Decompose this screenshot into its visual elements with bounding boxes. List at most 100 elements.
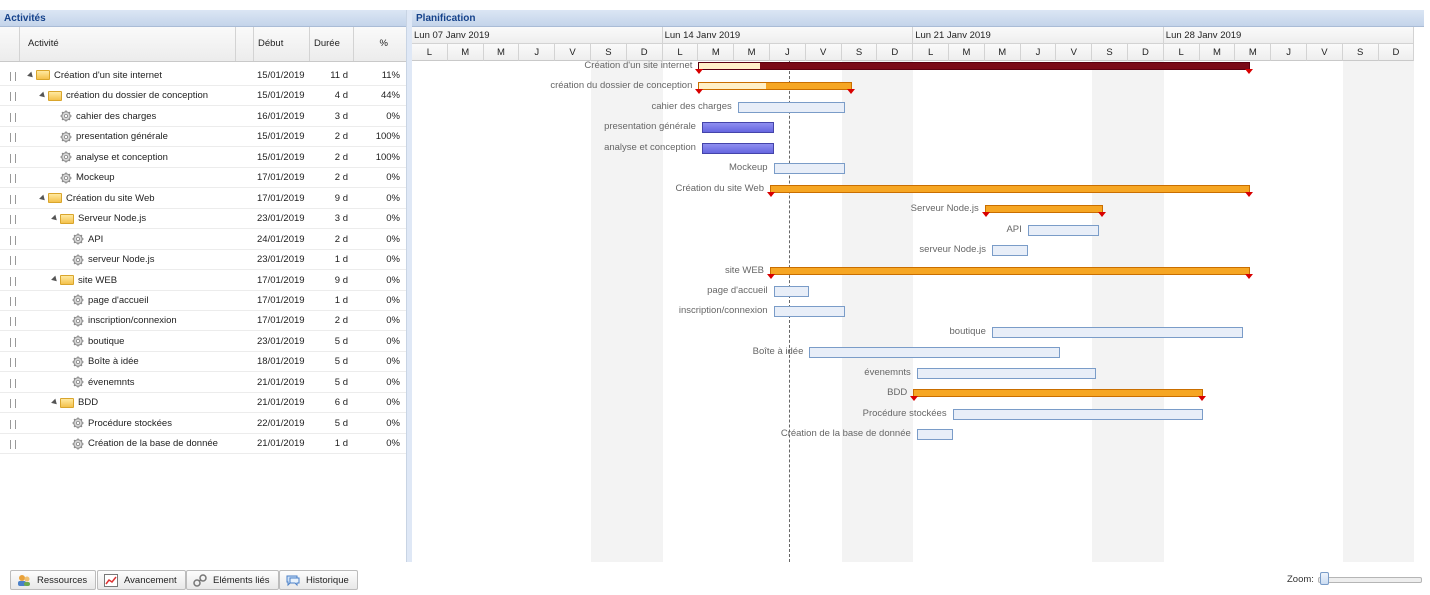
task-bar[interactable]: [701, 122, 774, 134]
activity-row[interactable]: création du dossier de conception 15/01/2…: [0, 86, 406, 107]
activity-name: Création de la base de donnée: [88, 438, 218, 450]
drag-handle-icon[interactable]: [10, 153, 16, 163]
activity-row[interactable]: Création de la base de donnée 21/01/2019 1…: [0, 434, 406, 455]
drag-handle-icon[interactable]: [10, 174, 16, 184]
expand-arrow-icon[interactable]: [51, 276, 59, 284]
summary-bar[interactable]: [767, 184, 1253, 197]
activity-row[interactable]: Mockeup 17/01/2019 2 d 0%: [0, 168, 406, 189]
duration-cell: 2 d: [334, 131, 348, 143]
drag-handle-icon[interactable]: [10, 317, 16, 327]
drag-handle-icon[interactable]: [10, 399, 16, 409]
bar-label: Procédure stockées: [862, 407, 947, 419]
zoom-slider[interactable]: [1318, 577, 1422, 583]
bar-label: serveur Node.js: [919, 244, 986, 256]
day-header: M: [1235, 44, 1272, 61]
drag-handle-icon[interactable]: [10, 419, 16, 429]
task-bar[interactable]: [773, 163, 846, 175]
activity-row[interactable]: API 24/01/2019 2 d 0%: [0, 230, 406, 250]
day-header: S: [1092, 44, 1128, 61]
task-bar[interactable]: [916, 367, 1096, 379]
task-bar[interactable]: [701, 142, 774, 154]
zoom-slider-thumb[interactable]: [1320, 572, 1329, 585]
summary-bar[interactable]: [981, 205, 1106, 218]
duration-cell: 2 d: [334, 315, 348, 327]
activity-cell: Création d'un site internet: [27, 66, 162, 86]
column-header-activity[interactable]: Activité: [20, 27, 236, 61]
activity-cell: page d'accueil: [72, 291, 148, 311]
percent-cell: 100%: [375, 131, 400, 143]
task-bar[interactable]: [809, 347, 1060, 359]
drag-handle-icon[interactable]: [10, 378, 16, 388]
gear-icon: [72, 335, 84, 347]
drag-handle-icon[interactable]: [10, 194, 16, 204]
task-bar[interactable]: [773, 285, 810, 297]
bar-label: site WEB: [724, 264, 764, 276]
duration-cell: 1 d: [334, 438, 348, 450]
drag-handle-icon[interactable]: [10, 133, 16, 143]
history-button[interactable]: Historique: [279, 570, 358, 590]
expand-arrow-icon[interactable]: [51, 398, 59, 407]
task-bar[interactable]: [916, 429, 953, 441]
activity-row[interactable]: page d'accueil 17/01/2019 1 d 0%: [0, 291, 406, 311]
duration-cell: 6 d: [334, 397, 348, 409]
task-bar[interactable]: [773, 306, 846, 318]
task-bar[interactable]: [952, 408, 1204, 420]
start-date-cell: 22/01/2019: [257, 417, 305, 429]
activity-name: BDD: [78, 397, 99, 409]
column-header-duration[interactable]: Durée: [310, 27, 354, 61]
drag-handle-icon[interactable]: [10, 337, 16, 347]
activity-row[interactable]: Création d'un site internet 15/01/2019 11 …: [0, 66, 406, 86]
task-bar[interactable]: [737, 101, 846, 113]
start-date-cell: 17/01/2019: [257, 315, 305, 327]
drag-handle-icon[interactable]: [10, 440, 16, 450]
task-bar[interactable]: [1027, 224, 1100, 236]
column-header-start[interactable]: Début: [254, 27, 310, 61]
progress-button[interactable]: Avancement: [97, 570, 186, 590]
start-date-cell: 21/01/2019: [257, 397, 305, 409]
gear-icon: [72, 438, 84, 450]
task-bar[interactable]: [991, 326, 1243, 338]
drag-handle-icon[interactable]: [10, 92, 16, 102]
expand-arrow-icon[interactable]: [27, 71, 35, 80]
activity-row[interactable]: inscription/connexion 17/01/2019 2 d 0%: [0, 311, 406, 332]
activity-name: serveur Node.js: [88, 254, 155, 266]
activity-cell: analyse et conception: [60, 148, 168, 168]
resources-button[interactable]: Ressources: [10, 570, 97, 590]
start-date-cell: 23/01/2019: [257, 254, 305, 266]
summary-cap-icon: [1244, 69, 1253, 74]
activity-row[interactable]: serveur Node.js 23/01/2019 1 d 0%: [0, 250, 406, 271]
expand-arrow-icon[interactable]: [39, 92, 47, 100]
expand-arrow-icon[interactable]: [39, 194, 47, 203]
activity-row[interactable]: boutique 23/01/2019 5 d 0%: [0, 332, 406, 352]
task-bar[interactable]: [991, 245, 1028, 257]
activity-row[interactable]: presentation générale 15/01/2019 2 d 100%: [0, 127, 406, 148]
summary-cap-icon: [1198, 396, 1207, 402]
activity-row[interactable]: Serveur Node.js 23/01/2019 3 d 0%: [0, 209, 406, 230]
activity-row[interactable]: cahier des charges 16/01/2019 3 d 0%: [0, 107, 406, 127]
drag-handle-icon[interactable]: [10, 276, 16, 286]
summary-bar[interactable]: [910, 389, 1207, 402]
activity-row[interactable]: Boîte à idée 18/01/2019 5 d 0%: [0, 352, 406, 373]
activity-row[interactable]: Procédure stockées 22/01/2019 5 d 0%: [0, 414, 406, 434]
summary-bar[interactable]: [695, 62, 1253, 74]
drag-handle-icon[interactable]: [10, 215, 16, 225]
drag-handle-icon[interactable]: [10, 256, 16, 266]
bar-label: inscription/connexion: [678, 305, 768, 317]
drag-handle-icon[interactable]: [10, 296, 16, 306]
summary-bar[interactable]: [695, 82, 856, 95]
activity-row[interactable]: évenemnts 21/01/2019 5 d 0%: [0, 373, 406, 393]
linked-items-button[interactable]: Eléments liés: [186, 570, 279, 590]
expand-arrow-icon[interactable]: [51, 214, 59, 223]
drag-handle-icon[interactable]: [10, 235, 16, 245]
drag-handle-icon[interactable]: [10, 72, 16, 81]
drag-handle-icon[interactable]: [10, 358, 16, 368]
activity-row[interactable]: analyse et conception 15/01/2019 2 d 100%: [0, 148, 406, 168]
activity-row[interactable]: BDD 21/01/2019 6 d 0%: [0, 393, 406, 414]
activity-row[interactable]: Création du site Web 17/01/2019 9 d 0%: [0, 189, 406, 209]
chart-icon: [104, 574, 118, 587]
column-header-percent[interactable]: %: [354, 27, 406, 61]
summary-bar[interactable]: [767, 266, 1253, 279]
drag-handle-icon[interactable]: [10, 112, 16, 122]
progress-fill: [699, 63, 760, 69]
activity-row[interactable]: site WEB 17/01/2019 9 d 0%: [0, 271, 406, 291]
